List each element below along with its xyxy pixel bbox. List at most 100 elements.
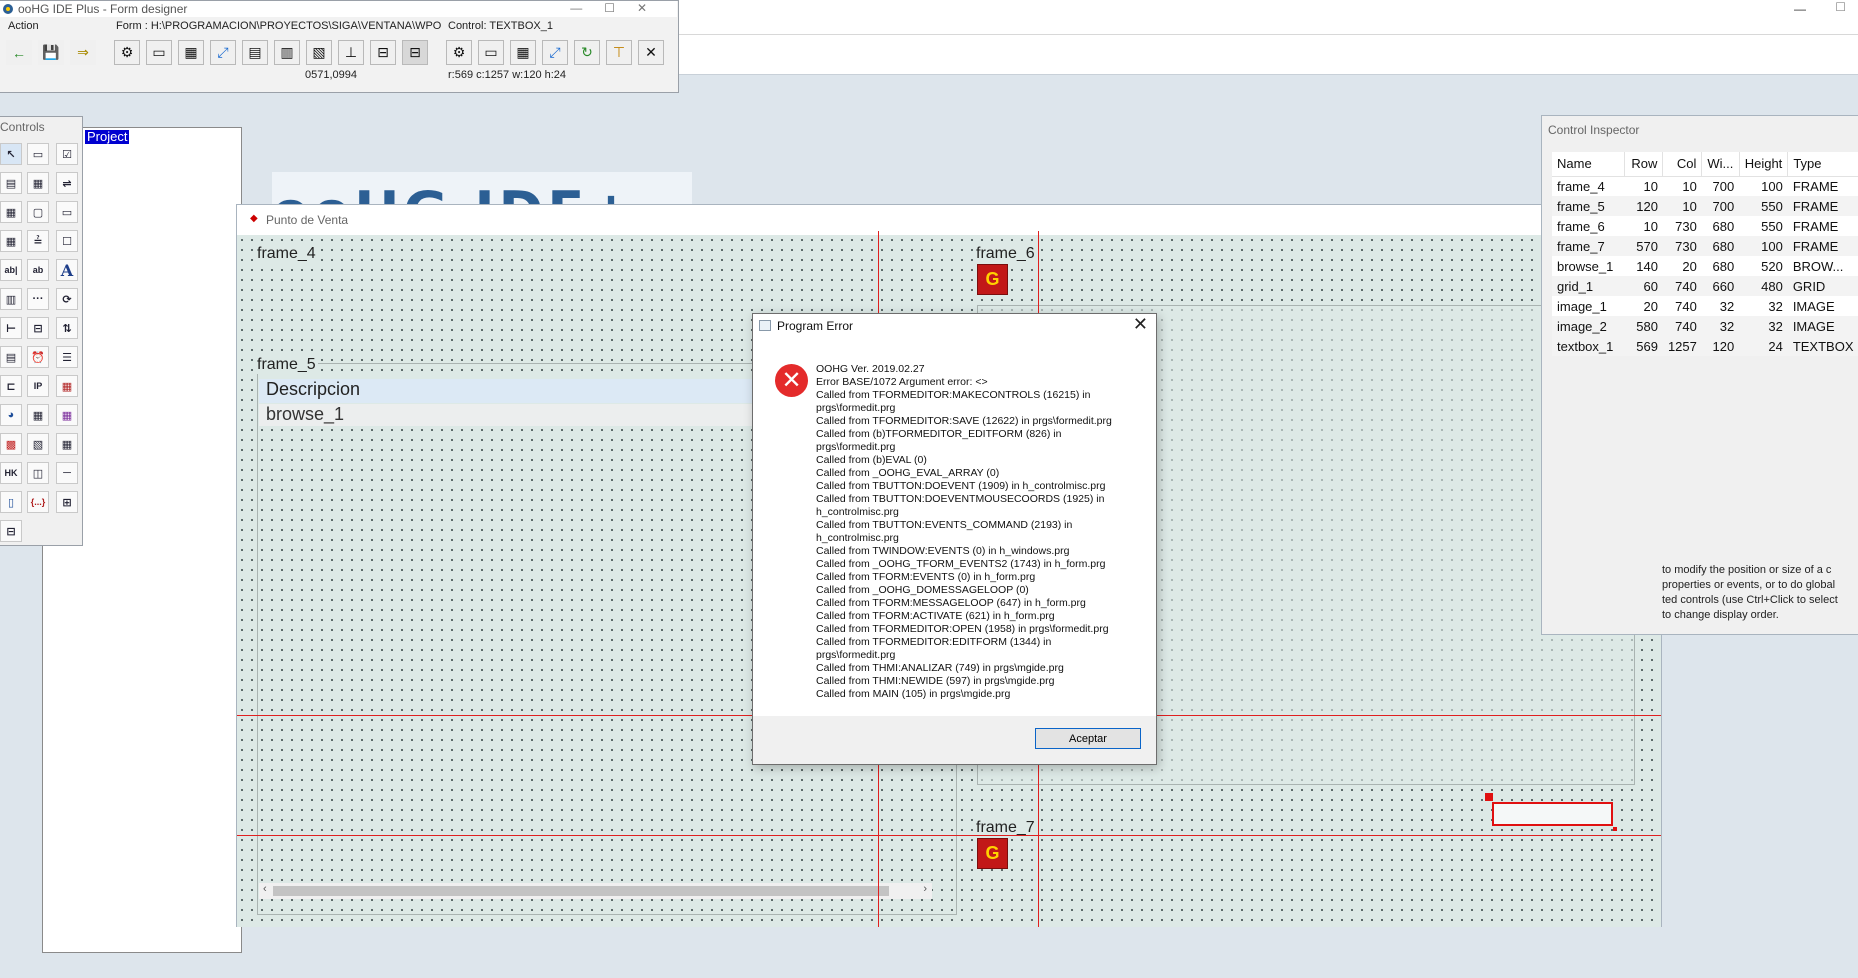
updown-tool-icon[interactable]: ⇅ [56,317,78,339]
hline-tool-icon[interactable]: ─ [56,462,78,484]
editbox-tool-icon[interactable]: ≟ [27,230,49,252]
maximize-button[interactable]: ☐ [1835,0,1846,14]
table-row[interactable]: frame_7 570 730 680 100 FRAME [1552,236,1858,256]
pointer-tool-icon[interactable]: ↖ [0,143,22,165]
player-tool-icon[interactable]: ▥ [0,288,22,310]
timer-tool-icon[interactable]: ⏰ [27,346,49,368]
form-icon[interactable]: ▭ [146,40,172,65]
selected-textbox-1[interactable] [1492,802,1613,826]
extra-tool-icon[interactable]: ⊞ [56,491,78,513]
table-row[interactable]: browse_1 140 20 680 520 BROW... [1552,256,1858,276]
table-row[interactable]: textbox_1 569 1257 120 24 TEXTBOX [1552,336,1858,356]
baseline-icon[interactable]: ⊥ [338,40,364,65]
table-row[interactable]: image_1 20 740 32 32 IMAGE [1552,296,1858,316]
code-block-tool-icon[interactable]: {...} [27,491,49,513]
progressbar-tool-icon[interactable]: ··· [27,288,49,310]
properties-icon[interactable]: ⚙ [114,40,140,65]
image-1-icon[interactable]: G [977,264,1008,295]
pin-icon[interactable]: ⊤ [606,40,632,65]
form-designer-window-controls[interactable]: —☐✕ [570,1,669,15]
activex-tool-icon[interactable]: ◕ [0,404,22,426]
checkbutton-tool-icon[interactable]: ⇌ [56,172,78,194]
datepicker-tool-icon[interactable]: ☐ [56,230,78,252]
button-tool-icon[interactable]: ▭ [27,143,49,165]
tab-order-icon[interactable]: ⊟ [402,40,428,65]
control-inspector-table[interactable]: Name Row Col Wi... Height Type frame_4 1… [1552,152,1858,356]
resize-handle-top-left[interactable] [1485,793,1493,801]
cell-col: 740 [1662,276,1702,296]
browse-name-row[interactable]: browse_1 [259,404,787,426]
run-icon[interactable]: ⇒ [70,40,96,65]
scroll-right-icon[interactable]: › [923,883,927,895]
control-form-icon[interactable]: ▭ [478,40,504,65]
control-grid-icon[interactable]: ▦ [510,40,536,65]
tree-tool-icon[interactable]: ⊏ [0,375,22,397]
column-width[interactable]: Wi... [1701,152,1740,177]
column-row[interactable]: Row [1624,152,1664,177]
cancel-tool-icon[interactable]: ▩ [0,433,22,455]
delete-icon[interactable]: ✕ [638,40,664,65]
back-icon[interactable]: ← [6,40,32,65]
align-bottom-icon[interactable]: ▧ [306,40,332,65]
cell-col: 20 [1682,258,1697,274]
column-name[interactable]: Name [1552,152,1626,177]
help-line: properties or events, or to do global [1662,579,1836,591]
dialog-close-button[interactable]: ✕ [1133,314,1148,335]
label-tool-icon[interactable]: ab [27,259,49,281]
cell-col: 10 [1682,178,1697,194]
browse-hscrollbar[interactable]: ‹ › [259,883,932,899]
project-tree-item[interactable]: Project [85,130,130,144]
browse-column-header[interactable]: Descripcion [259,379,787,403]
cell-col: 10 [1662,196,1702,216]
cell-height: 24 [1739,336,1788,356]
image-tool-icon[interactable]: ▦ [0,230,22,252]
column-type[interactable]: Type [1787,152,1858,177]
resize-handle-bottom-right[interactable] [1613,827,1617,831]
control-properties-icon[interactable]: ⚙ [446,40,472,65]
scroll-left-icon[interactable]: ‹ [263,883,267,895]
refresh-icon[interactable]: ↻ [574,40,600,65]
browse-tool-icon[interactable]: ▧ [27,433,49,455]
animate-tool-icon[interactable]: ⟳ [56,288,78,310]
minimize-button[interactable]: — [1794,2,1806,16]
align-top-icon[interactable]: ▤ [242,40,268,65]
align-middle-icon[interactable]: ▥ [274,40,300,65]
scroll-thumb[interactable] [273,886,889,896]
table-row[interactable]: frame_6 10 730 680 550 FRAME [1552,216,1858,236]
font-tool-icon[interactable]: A [56,259,78,281]
grid-tool-icon[interactable]: ▦ [0,201,22,223]
picture-tool-icon[interactable]: ▦ [56,404,78,426]
scrollbar-tool-icon[interactable]: ▦ [56,433,78,455]
table-row[interactable]: frame_5 120 10 700 550 FRAME [1552,196,1858,216]
toolbar-tool-icon[interactable]: ⊟ [0,520,22,542]
ipaddress-tool-icon[interactable]: IP [27,375,49,397]
radio-tool-icon[interactable]: ▤ [0,346,22,368]
richedit-tool-icon[interactable]: ▦ [27,404,49,426]
table-row[interactable]: grid_1 60 740 660 480 GRID [1552,276,1858,296]
column-height[interactable]: Height [1739,152,1789,177]
table-row[interactable]: image_2 580 740 32 32 IMAGE [1552,316,1858,336]
checkbox-tool-icon[interactable]: ☑ [56,143,78,165]
ok-button[interactable]: Aceptar [1035,728,1141,749]
resize-icon[interactable]: ⤢ [210,40,236,65]
listbox-tool-icon[interactable]: ▤ [0,172,22,194]
menu-tool-icon[interactable]: ☰ [56,346,78,368]
cell-name: frame_7 [1552,236,1625,256]
center-icon[interactable]: ⊟ [370,40,396,65]
tab-tool-icon[interactable]: ▭ [56,201,78,223]
phone-tool-icon[interactable]: ▯ [0,491,22,513]
control-resize-icon[interactable]: ⤢ [542,40,568,65]
column-col[interactable]: Col [1662,152,1703,177]
combobox-tool-icon[interactable]: ▦ [27,172,49,194]
textbox-tool-icon[interactable]: ab| [0,259,22,281]
grid-icon[interactable]: ▦ [178,40,204,65]
monthcal-tool-icon[interactable]: ▦ [56,375,78,397]
save-icon[interactable]: 💾 [38,40,64,65]
slider-tool-icon[interactable]: ⊢ [0,317,22,339]
splitter-tool-icon[interactable]: ◫ [27,462,49,484]
image-2-icon[interactable]: G [977,838,1008,869]
hotkey-tool-icon[interactable]: HK [0,462,22,484]
frame-tool-icon[interactable]: ▢ [27,201,49,223]
spinner-tool-icon[interactable]: ⊟ [27,317,49,339]
table-row[interactable]: frame_4 10 10 700 100 FRAME [1552,176,1858,196]
